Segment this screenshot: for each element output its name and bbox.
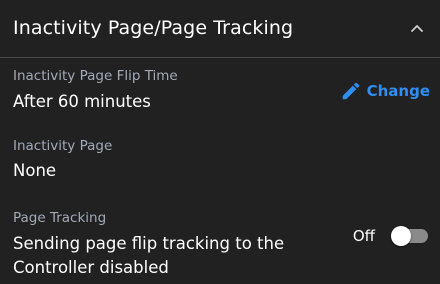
inactivity-page-value: None <box>13 161 57 180</box>
change-button[interactable]: Change <box>340 79 430 103</box>
collapse-button[interactable] <box>406 18 428 40</box>
page-tracking-value: Sending page flip tracking to the Contro… <box>13 234 285 277</box>
page-tracking-toggle-group: Off <box>353 225 429 247</box>
toggle-knob <box>391 226 411 246</box>
flip-time-label: Inactivity Page Flip Time <box>13 68 178 84</box>
inactivity-page-label: Inactivity Page <box>13 138 113 154</box>
inactivity-page-tracking-panel: Inactivity Page/Page Tracking Inactivity… <box>0 0 440 284</box>
panel-title: Inactivity Page/Page Tracking <box>13 17 294 39</box>
toggle-state-label: Off <box>352 227 375 245</box>
change-label: Change <box>366 82 430 100</box>
panel-header[interactable]: Inactivity Page/Page Tracking <box>0 0 440 58</box>
pencil-icon <box>342 82 359 100</box>
flip-time-value: After 60 minutes <box>13 92 151 111</box>
page-tracking-toggle[interactable] <box>391 225 429 247</box>
chevron-up-icon <box>411 25 423 32</box>
page-tracking-label: Page Tracking <box>13 210 107 226</box>
